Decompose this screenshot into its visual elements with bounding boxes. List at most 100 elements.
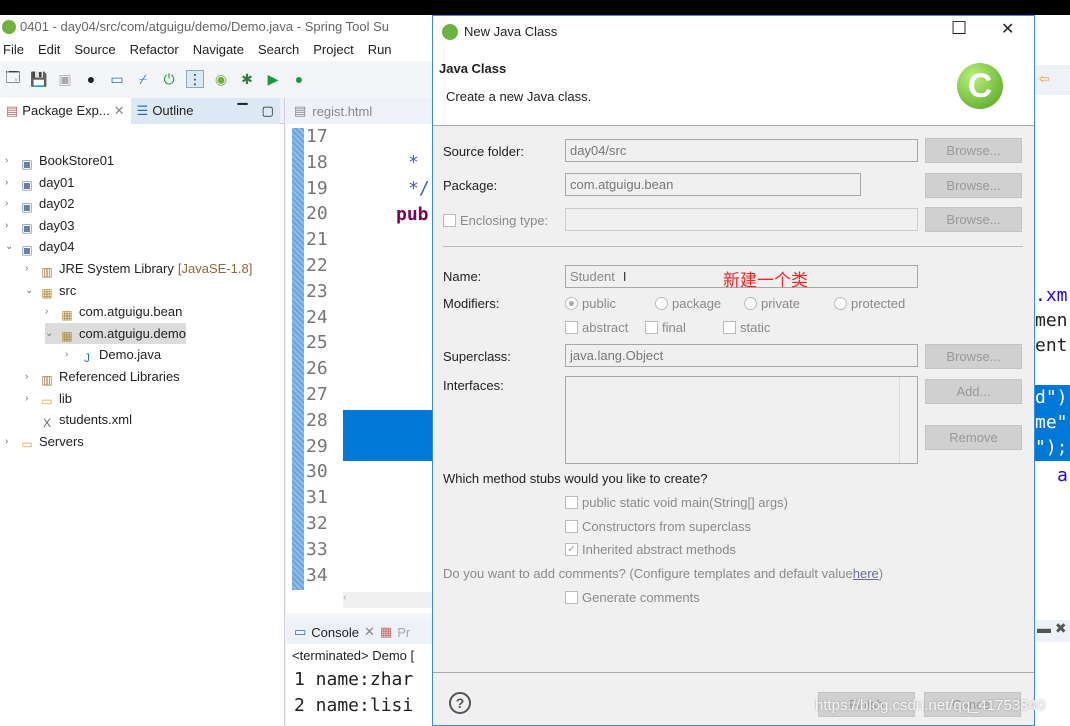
radio-label: public [582,296,616,311]
source-folder-field[interactable]: day04/src [565,139,918,162]
tree-item[interactable]: › ▥ Referenced Libraries [25,366,180,387]
menu-run[interactable]: Run [368,39,392,61]
checkbox-label: public static void main(String[] args) [582,495,788,510]
package-field[interactable]: com.atguigu.bean [565,173,861,196]
boot-icon[interactable]: ⏻ [160,70,178,88]
menu-project[interactable]: Project [313,39,353,61]
expand-arrow-icon[interactable]: ⌄ [45,323,55,344]
console-close-icon[interactable]: ▬ ✖ [1035,620,1070,642]
save-icon[interactable]: 💾 [30,70,48,88]
inherited-methods-checkbox[interactable]: ✓ [565,543,578,556]
save-all-icon[interactable]: ▣ [56,70,74,88]
final-checkbox[interactable] [645,321,658,334]
expand-arrow-icon[interactable]: › [5,172,15,193]
line-number: 31 [306,487,328,509]
menu-source[interactable]: Source [74,39,115,61]
expand-arrow-icon[interactable]: ⌄ [5,236,15,257]
line-number: 24 [306,306,328,328]
tab-console[interactable]: Console [311,625,359,640]
tree-item[interactable]: › ▦ com.atguigu.bean [45,301,182,322]
maximize-icon[interactable]: ▢ [262,98,274,124]
main-method-checkbox[interactable] [565,496,578,509]
tree-item[interactable]: › ▣ day03 [5,215,74,236]
interfaces-list[interactable] [565,376,918,464]
tab-other[interactable]: Pr [397,625,410,640]
new-icon[interactable]: 🗔 [4,69,22,88]
tree-item[interactable]: › ▥ JRE System Library [JavaSE-1.8] [25,258,252,279]
tree-item[interactable]: › ▣ BookStore01 [5,150,114,171]
terminal-icon[interactable]: ▭ [108,70,126,88]
enclosing-type-checkbox[interactable] [443,214,456,227]
editor-tab-regist[interactable]: ▤ regist.html [286,98,432,124]
profile-icon[interactable]: ● [82,70,100,88]
tab-outline[interactable]: ☰ Outline ▔ ▢ [130,97,280,124]
run-icon[interactable]: ▶ [264,70,282,88]
tree-item[interactable]: ⌄ ▦ src [25,280,76,301]
tree-item[interactable]: › ▭ lib [25,388,72,409]
code-fragment: .xm [1035,285,1068,306]
help-icon[interactable]: ? [449,692,471,714]
menu-file[interactable]: File [3,39,24,61]
close-icon[interactable]: ✕ [114,98,125,124]
expand-arrow-icon[interactable]: › [5,193,15,214]
static-checkbox[interactable] [723,321,736,334]
line-number: 29 [306,435,328,457]
public-radio[interactable] [565,297,578,310]
menu-search[interactable]: Search [258,39,299,61]
tree-item[interactable]: › J Demo.java [65,344,161,365]
enclosing-type-field[interactable] [565,208,918,231]
close-icon[interactable]: ✕ [364,624,375,640]
back-icon[interactable]: ⇦ [1035,65,1070,95]
run-external-icon[interactable]: ● [290,70,308,88]
menu-refactor[interactable]: Refactor [130,39,179,61]
tree-item[interactable]: › ▣ day02 [5,193,74,214]
expand-arrow-icon[interactable]: › [45,301,55,322]
package-radio[interactable] [655,297,668,310]
folder-icon: ▭ [21,437,33,452]
expand-arrow-icon[interactable]: ⌄ [25,280,35,301]
skip-breakpoints-icon[interactable]: ⌿ [134,70,152,88]
private-radio[interactable] [744,297,757,310]
menu-navigate[interactable]: Navigate [193,39,244,61]
expand-arrow-icon[interactable]: › [25,366,35,387]
expand-arrow-icon[interactable]: › [5,150,15,171]
menu-edit[interactable]: Edit [38,39,60,61]
generate-comments-checkbox[interactable] [565,591,578,604]
expand-arrow-icon[interactable]: › [65,344,75,365]
browse-package-button[interactable]: Browse... [925,173,1022,198]
protected-radio[interactable] [834,297,847,310]
tab-package-explorer[interactable]: ▤ Package Exp... ✕ [0,97,131,124]
close-icon[interactable]: ✕ [1001,19,1014,39]
library-icon: ▥ [41,372,53,387]
expand-arrow-icon[interactable]: › [25,388,35,409]
toggle-icon[interactable]: ⋮ [186,70,204,88]
debug-icon[interactable]: ✱ [238,70,256,88]
checkbox-label: final [662,320,686,335]
expand-arrow-icon[interactable]: › [25,258,35,279]
expand-arrow-icon[interactable]: › [5,215,15,236]
maximize-icon[interactable]: ☐ [951,18,967,39]
interfaces-scrollbar[interactable] [899,377,917,463]
remove-interface-button[interactable]: Remove [925,425,1022,450]
tree-item[interactable]: › ▭ Servers [5,431,84,452]
expand-arrow-icon[interactable]: › [5,431,15,452]
horizontal-scrollbar[interactable]: ‹ [343,592,433,608]
constructors-checkbox[interactable] [565,520,578,533]
browse-enclosing-button[interactable]: Browse... [925,207,1022,232]
tree-item-label: com.atguigu.demo [79,325,186,341]
abstract-checkbox[interactable] [565,321,578,334]
tree-item[interactable]: ⌄ ▦ com.atguigu.demo [45,322,186,344]
tree-item[interactable]: › ▣ day01 [5,172,74,193]
configure-templates-link[interactable]: here [853,566,879,581]
spring-icon[interactable]: ◉ [212,70,230,88]
add-interface-button[interactable]: Add... [925,379,1022,404]
new-java-class-dialog: New Java Class ☐ ✕ Java Class Create a n… [432,15,1035,726]
tree-item[interactable]: ⌄ ▣ day04 [5,236,74,257]
minimize-icon[interactable]: ▔ [238,98,248,124]
tree-item-label: Demo.java [99,347,162,363]
source-folder-icon: ▦ [41,286,53,301]
browse-source-folder-button[interactable]: Browse... [925,138,1022,163]
tree-item[interactable]: Xstudents.xml [25,409,132,430]
browse-superclass-button[interactable]: Browse... [925,344,1022,369]
superclass-field[interactable]: java.lang.Object [565,344,918,367]
